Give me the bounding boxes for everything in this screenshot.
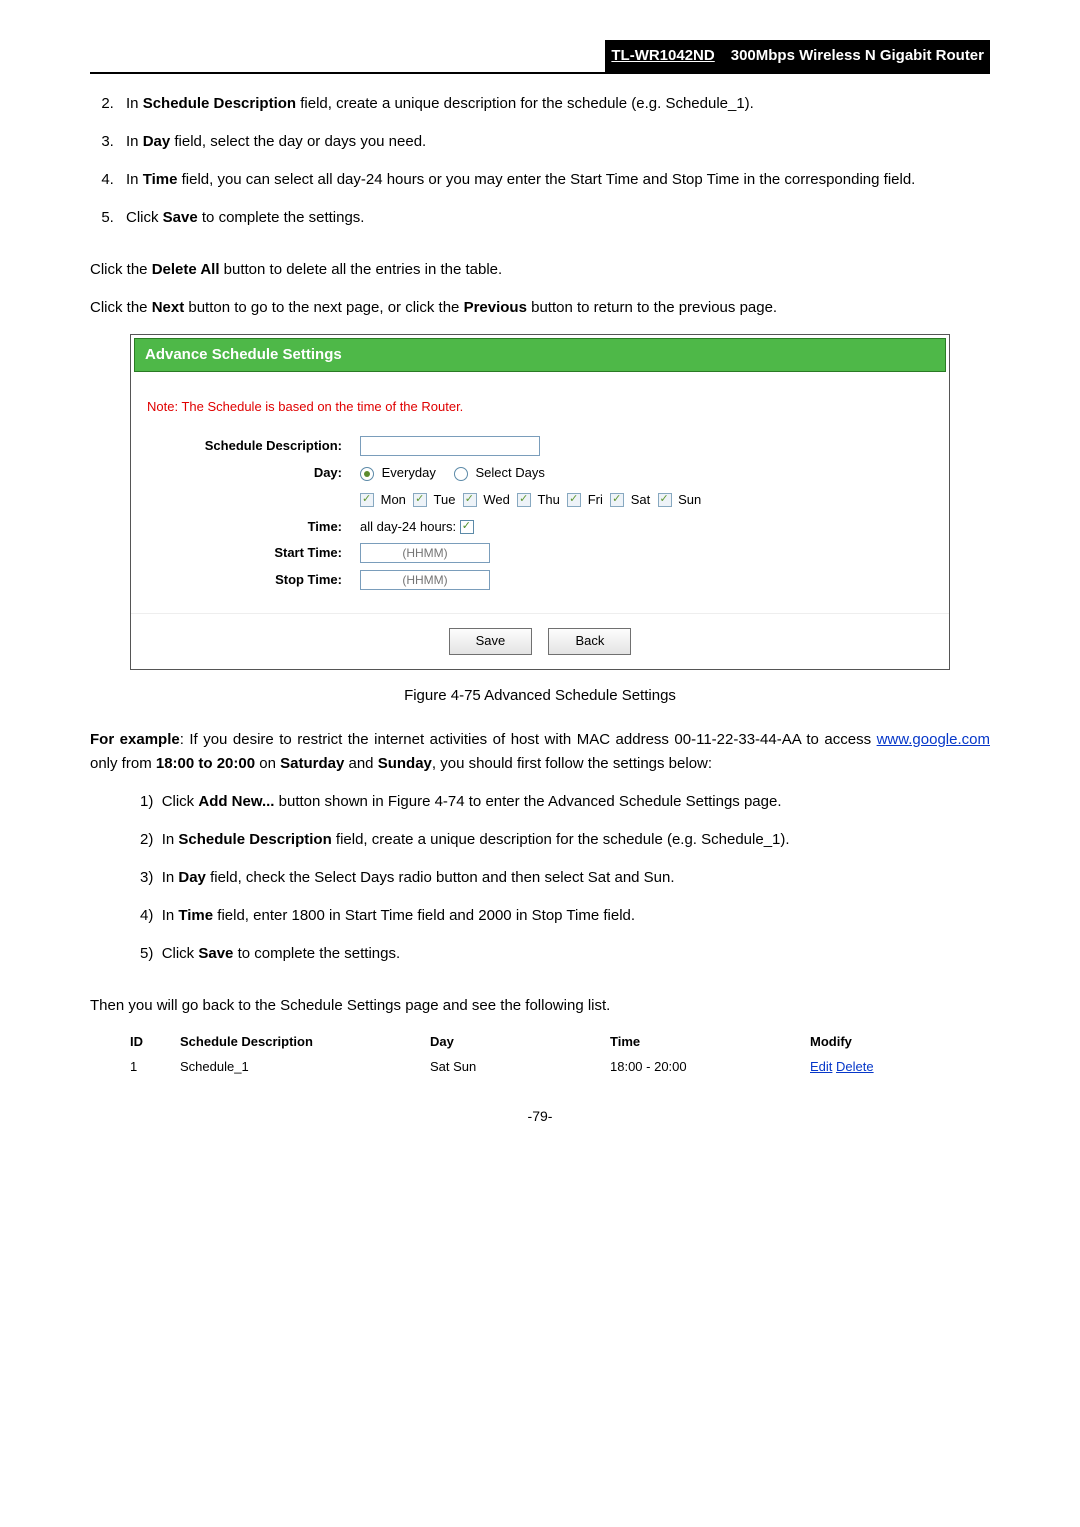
th-desc: Schedule Description xyxy=(180,1032,430,1053)
list-item: 5) Click Save to complete the settings. xyxy=(132,942,990,980)
chk-mon-label: Mon xyxy=(381,492,406,507)
paragraph-next-prev: Click the Next button to go to the next … xyxy=(90,296,990,320)
step-text: Click Add New... button shown in Figure … xyxy=(162,793,782,810)
step-num: 2) xyxy=(140,831,153,848)
save-button[interactable]: Save xyxy=(449,628,533,655)
delete-link[interactable]: Delete xyxy=(836,1059,874,1074)
paragraph-delete-all: Click the Delete All button to delete al… xyxy=(90,258,990,282)
example-paragraph: For example: If you desire to restrict t… xyxy=(90,728,990,776)
page-number: -79- xyxy=(90,1105,990,1127)
chk-sat[interactable] xyxy=(610,493,624,507)
back-button[interactable]: Back xyxy=(548,628,631,655)
start-time-input[interactable] xyxy=(360,543,490,563)
step-text: In Schedule Description field, create a … xyxy=(126,95,754,112)
step-num: 3) xyxy=(140,869,153,886)
schedule-description-input[interactable] xyxy=(360,436,540,456)
panel-note: Note: The Schedule is based on the time … xyxy=(131,375,949,436)
step-text: In Schedule Description field, create a … xyxy=(162,831,790,848)
chk-mon[interactable] xyxy=(360,493,374,507)
then-paragraph: Then you will go back to the Schedule Se… xyxy=(90,994,990,1018)
example-label: For example xyxy=(90,731,180,748)
radio-everyday[interactable] xyxy=(360,467,374,481)
example-body-2: only from 18:00 to 20:00 on Saturday and… xyxy=(90,755,712,772)
step-text: In Day field, check the Select Days radi… xyxy=(162,869,675,886)
list-item: In Schedule Description field, create a … xyxy=(118,92,990,130)
page-header: TL-WR1042ND 300Mbps Wireless N Gigabit R… xyxy=(90,40,990,74)
figure-caption: Figure 4-75 Advanced Schedule Settings xyxy=(90,684,990,708)
result-table: ID Schedule Description Day Time Modify … xyxy=(130,1032,950,1078)
model-desc: 300Mbps Wireless N Gigabit Router xyxy=(725,40,990,72)
day-radio-group: Everyday Select Days xyxy=(360,463,545,484)
step-text: Click Save to complete the settings. xyxy=(162,945,400,962)
chk-sun[interactable] xyxy=(658,493,672,507)
radio-everyday-label: Everyday xyxy=(382,465,436,480)
label-time: Time: xyxy=(147,517,360,538)
step-text: In Time field, enter 1800 in Start Time … xyxy=(162,907,635,924)
label-day: Day: xyxy=(147,463,360,484)
list-item: In Day field, select the day or days you… xyxy=(118,130,990,168)
step-text: In Time field, you can select all day-24… xyxy=(126,171,915,188)
example-link[interactable]: www.google.com xyxy=(877,731,990,748)
list-item: 4) In Time field, enter 1800 in Start Ti… xyxy=(132,904,990,942)
td-desc: Schedule_1 xyxy=(180,1057,430,1078)
model-code: TL-WR1042ND xyxy=(605,40,724,72)
panel-title: Advance Schedule Settings xyxy=(134,338,946,372)
stop-time-input[interactable] xyxy=(360,570,490,590)
chk-tue-label: Tue xyxy=(434,492,456,507)
step-num: 5) xyxy=(140,945,153,962)
list-item: 2) In Schedule Description field, create… xyxy=(132,828,990,866)
step-text: Click Save to complete the settings. xyxy=(126,209,364,226)
top-steps-list: In Schedule Description field, create a … xyxy=(90,92,990,244)
chk-fri[interactable] xyxy=(567,493,581,507)
chk-thu[interactable] xyxy=(517,493,531,507)
label-stop-time: Stop Time: xyxy=(147,570,360,591)
th-id: ID xyxy=(130,1032,180,1053)
sub-steps-list: 1) Click Add New... button shown in Figu… xyxy=(90,790,990,980)
list-item: 1) Click Add New... button shown in Figu… xyxy=(132,790,990,828)
radio-select-days[interactable] xyxy=(454,467,468,481)
list-item: Click Save to complete the settings. xyxy=(118,206,990,244)
label-start-time: Start Time: xyxy=(147,543,360,564)
radio-select-days-label: Select Days xyxy=(476,465,545,480)
step-text: In Day field, select the day or days you… xyxy=(126,133,426,150)
chk-wed[interactable] xyxy=(463,493,477,507)
example-body-1: : If you desire to restrict the internet… xyxy=(180,731,877,748)
step-num: 4) xyxy=(140,907,153,924)
list-item: In Time field, you can select all day-24… xyxy=(118,168,990,206)
step-num: 1) xyxy=(140,793,153,810)
chk-fri-label: Fri xyxy=(588,492,603,507)
table-header-row: ID Schedule Description Day Time Modify xyxy=(130,1032,950,1053)
chk-thu-label: Thu xyxy=(537,492,559,507)
th-time: Time xyxy=(610,1032,810,1053)
td-modify: Edit Delete xyxy=(810,1057,930,1078)
th-day: Day xyxy=(430,1032,610,1053)
chk-wed-label: Wed xyxy=(483,492,510,507)
chk-tue[interactable] xyxy=(413,493,427,507)
label-schedule-description: Schedule Description: xyxy=(147,436,360,457)
th-modify: Modify xyxy=(810,1032,930,1053)
chk-sat-label: Sat xyxy=(631,492,651,507)
td-time: 18:00 - 20:00 xyxy=(610,1057,810,1078)
all-day-label: all day-24 hours: xyxy=(360,519,456,534)
settings-panel-screenshot: Advance Schedule Settings Note: The Sche… xyxy=(130,334,950,670)
chk-all-day[interactable] xyxy=(460,520,474,534)
list-item: 3) In Day field, check the Select Days r… xyxy=(132,866,990,904)
edit-link[interactable]: Edit xyxy=(810,1059,832,1074)
td-day: Sat Sun xyxy=(430,1057,610,1078)
table-row: 1 Schedule_1 Sat Sun 18:00 - 20:00 Edit … xyxy=(130,1053,950,1078)
td-id: 1 xyxy=(130,1057,180,1078)
chk-sun-label: Sun xyxy=(678,492,701,507)
day-checkboxes: Mon Tue Wed Thu Fri Sat Sun xyxy=(360,490,701,511)
